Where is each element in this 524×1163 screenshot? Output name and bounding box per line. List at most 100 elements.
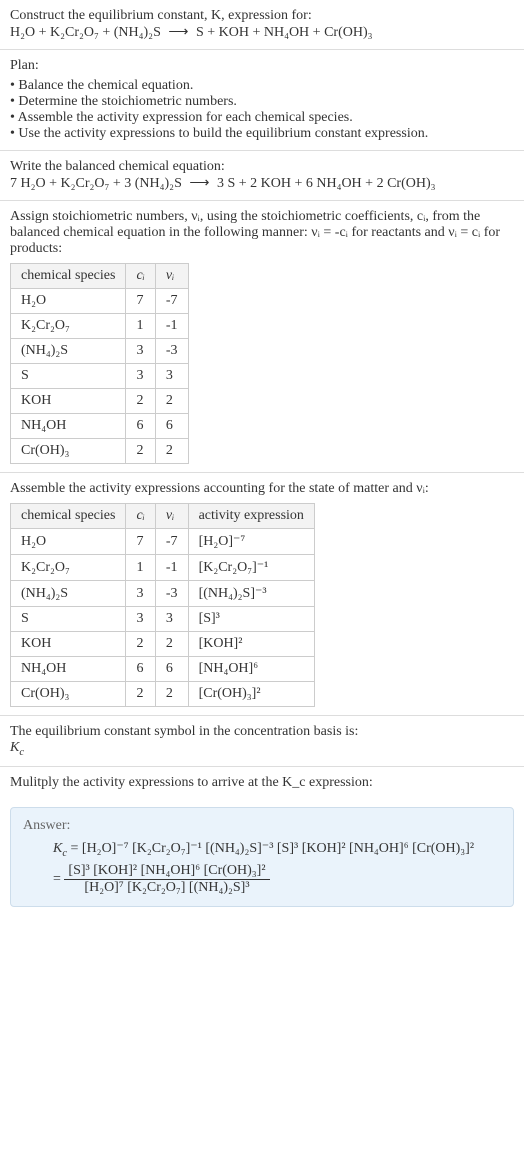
intro-text: Construct the equilibrium constant, K, e… <box>10 8 312 23</box>
cell-v: -1 <box>155 555 188 581</box>
table-row: NH₄OH66 <box>11 414 189 439</box>
table-row: Cr(OH)₃22[Cr(OH)₃]² <box>11 682 315 707</box>
multiply-section: Mulitply the activity expressions to arr… <box>0 767 524 799</box>
table-row: S33[S]³ <box>11 607 315 632</box>
stoich-table: chemical species cᵢ νᵢ H₂O7-7 K₂Cr₂O₇1-1… <box>10 263 189 464</box>
cell-act: [KOH]² <box>188 632 314 657</box>
cell-species: K₂Cr₂O₇ <box>11 314 126 339</box>
cell-species: KOH <box>11 389 126 414</box>
cell-c: 1 <box>126 555 155 581</box>
kc-symbol: Kc <box>10 740 514 758</box>
fraction: [S]³ [KOH]² [NH₄OH]⁶ [Cr(OH)₃]² [H₂O]⁷ [… <box>64 863 269 896</box>
cell-v: -7 <box>155 529 188 555</box>
col-species: chemical species <box>11 504 126 529</box>
kc-var: Kc <box>53 841 67 856</box>
cell-species: Cr(OH)₃ <box>11 439 126 464</box>
cell-v: 3 <box>155 607 188 632</box>
cell-species: S <box>11 607 126 632</box>
cell-c: 2 <box>126 682 155 707</box>
cell-act: [H₂O]⁻⁷ <box>188 529 314 555</box>
kc-symbol-line: The equilibrium constant symbol in the c… <box>10 724 514 740</box>
table-header-row: chemical species cᵢ νᵢ activity expressi… <box>11 504 315 529</box>
cell-c: 3 <box>126 607 155 632</box>
intro-arrow: ⟶ <box>164 25 192 40</box>
fraction-denominator: [H₂O]⁷ [K₂Cr₂O₇] [(NH₄)₂S]³ <box>64 880 269 896</box>
answer-box: Answer: Kc = [H₂O]⁻⁷ [K₂Cr₂O₇]⁻¹ [(NH₄)₂… <box>10 807 514 907</box>
balanced-eq: 7 H₂O + K₂Cr₂O₇ + 3 (NH₄)₂S ⟶ 3 S + 2 KO… <box>10 175 514 192</box>
intro-line: Construct the equilibrium constant, K, e… <box>10 8 514 24</box>
cell-v: 6 <box>155 657 188 682</box>
col-ci: cᵢ <box>126 504 155 529</box>
cell-v: -7 <box>155 289 188 314</box>
col-ci: cᵢ <box>126 264 155 289</box>
table-row: S33 <box>11 364 189 389</box>
fraction-numerator: [S]³ [KOH]² [NH₄OH]⁶ [Cr(OH)₃]² <box>64 863 269 880</box>
plan-section: Plan: Balance the chemical equation. Det… <box>0 50 524 151</box>
kc-symbol-section: The equilibrium constant symbol in the c… <box>0 716 524 767</box>
cell-c: 3 <box>126 581 155 607</box>
balanced-title: Write the balanced chemical equation: <box>10 159 514 175</box>
intro-rhs: S + KOH + NH₄OH + Cr(OH)₃ <box>196 25 373 40</box>
cell-species: S <box>11 364 126 389</box>
cell-c: 2 <box>126 439 155 464</box>
table-row: (NH₄)₂S3-3[(NH₄)₂S]⁻³ <box>11 581 315 607</box>
cell-c: 1 <box>126 314 155 339</box>
plan-item: Assemble the activity expression for eac… <box>10 110 514 126</box>
cell-c: 3 <box>126 364 155 389</box>
cell-species: Cr(OH)₃ <box>11 682 126 707</box>
cell-species: KOH <box>11 632 126 657</box>
cell-act: [Cr(OH)₃]² <box>188 682 314 707</box>
plan-title: Plan: <box>10 58 514 74</box>
balanced-arrow: ⟶ <box>185 176 213 191</box>
plan-list: Balance the chemical equation. Determine… <box>10 78 514 142</box>
plan-item: Balance the chemical equation. <box>10 78 514 94</box>
cell-v: 2 <box>155 682 188 707</box>
table-header-row: chemical species cᵢ νᵢ <box>11 264 189 289</box>
stoich-intro: Assign stoichiometric numbers, νᵢ, using… <box>10 209 514 257</box>
cell-act: [K₂Cr₂O₇]⁻¹ <box>188 555 314 581</box>
plan-item: Determine the stoichiometric numbers. <box>10 94 514 110</box>
activity-section: Assemble the activity expressions accoun… <box>0 473 524 716</box>
cell-species: H₂O <box>11 289 126 314</box>
table-row: H₂O7-7[H₂O]⁻⁷ <box>11 529 315 555</box>
intro-reaction: H₂O + K₂Cr₂O₇ + (NH₄)₂S ⟶ S + KOH + NH₄O… <box>10 24 514 41</box>
table-row: KOH22 <box>11 389 189 414</box>
col-vi: νᵢ <box>155 264 188 289</box>
cell-v: 2 <box>155 439 188 464</box>
cell-c: 6 <box>126 657 155 682</box>
cell-c: 2 <box>126 632 155 657</box>
cell-species: K₂Cr₂O₇ <box>11 555 126 581</box>
cell-species: (NH₄)₂S <box>11 581 126 607</box>
cell-species: (NH₄)₂S <box>11 339 126 364</box>
table-row: K₂Cr₂O₇1-1 <box>11 314 189 339</box>
answer-equals: = <box>53 871 61 886</box>
cell-c: 7 <box>126 289 155 314</box>
cell-act: [S]³ <box>188 607 314 632</box>
cell-v: 2 <box>155 389 188 414</box>
table-row: (NH₄)₂S3-3 <box>11 339 189 364</box>
activity-intro: Assemble the activity expressions accoun… <box>10 481 514 497</box>
answer-line1: = [H₂O]⁻⁷ [K₂Cr₂O₇]⁻¹ [(NH₄)₂S]⁻³ [S]³ [… <box>71 841 475 856</box>
cell-c: 6 <box>126 414 155 439</box>
plan-item: Use the activity expressions to build th… <box>10 126 514 142</box>
balanced-rhs: 3 S + 2 KOH + 6 NH₄OH + 2 Cr(OH)₃ <box>217 176 436 191</box>
col-species: chemical species <box>11 264 126 289</box>
cell-c: 3 <box>126 339 155 364</box>
cell-species: NH₄OH <box>11 414 126 439</box>
table-row: K₂Cr₂O₇1-1[K₂Cr₂O₇]⁻¹ <box>11 555 315 581</box>
cell-v: 3 <box>155 364 188 389</box>
balanced-lhs: 7 H₂O + K₂Cr₂O₇ + 3 (NH₄)₂S <box>10 176 182 191</box>
cell-c: 2 <box>126 389 155 414</box>
balanced-section: Write the balanced chemical equation: 7 … <box>0 151 524 201</box>
col-vi: νᵢ <box>155 504 188 529</box>
cell-act: [(NH₄)₂S]⁻³ <box>188 581 314 607</box>
cell-v: -3 <box>155 339 188 364</box>
stoich-section: Assign stoichiometric numbers, νᵢ, using… <box>0 201 524 473</box>
cell-v: -1 <box>155 314 188 339</box>
cell-v: 2 <box>155 632 188 657</box>
answer-label: Answer: <box>23 818 501 834</box>
cell-species: NH₄OH <box>11 657 126 682</box>
multiply-line: Mulitply the activity expressions to arr… <box>10 775 514 791</box>
intro-section: Construct the equilibrium constant, K, e… <box>0 0 524 50</box>
cell-species: H₂O <box>11 529 126 555</box>
